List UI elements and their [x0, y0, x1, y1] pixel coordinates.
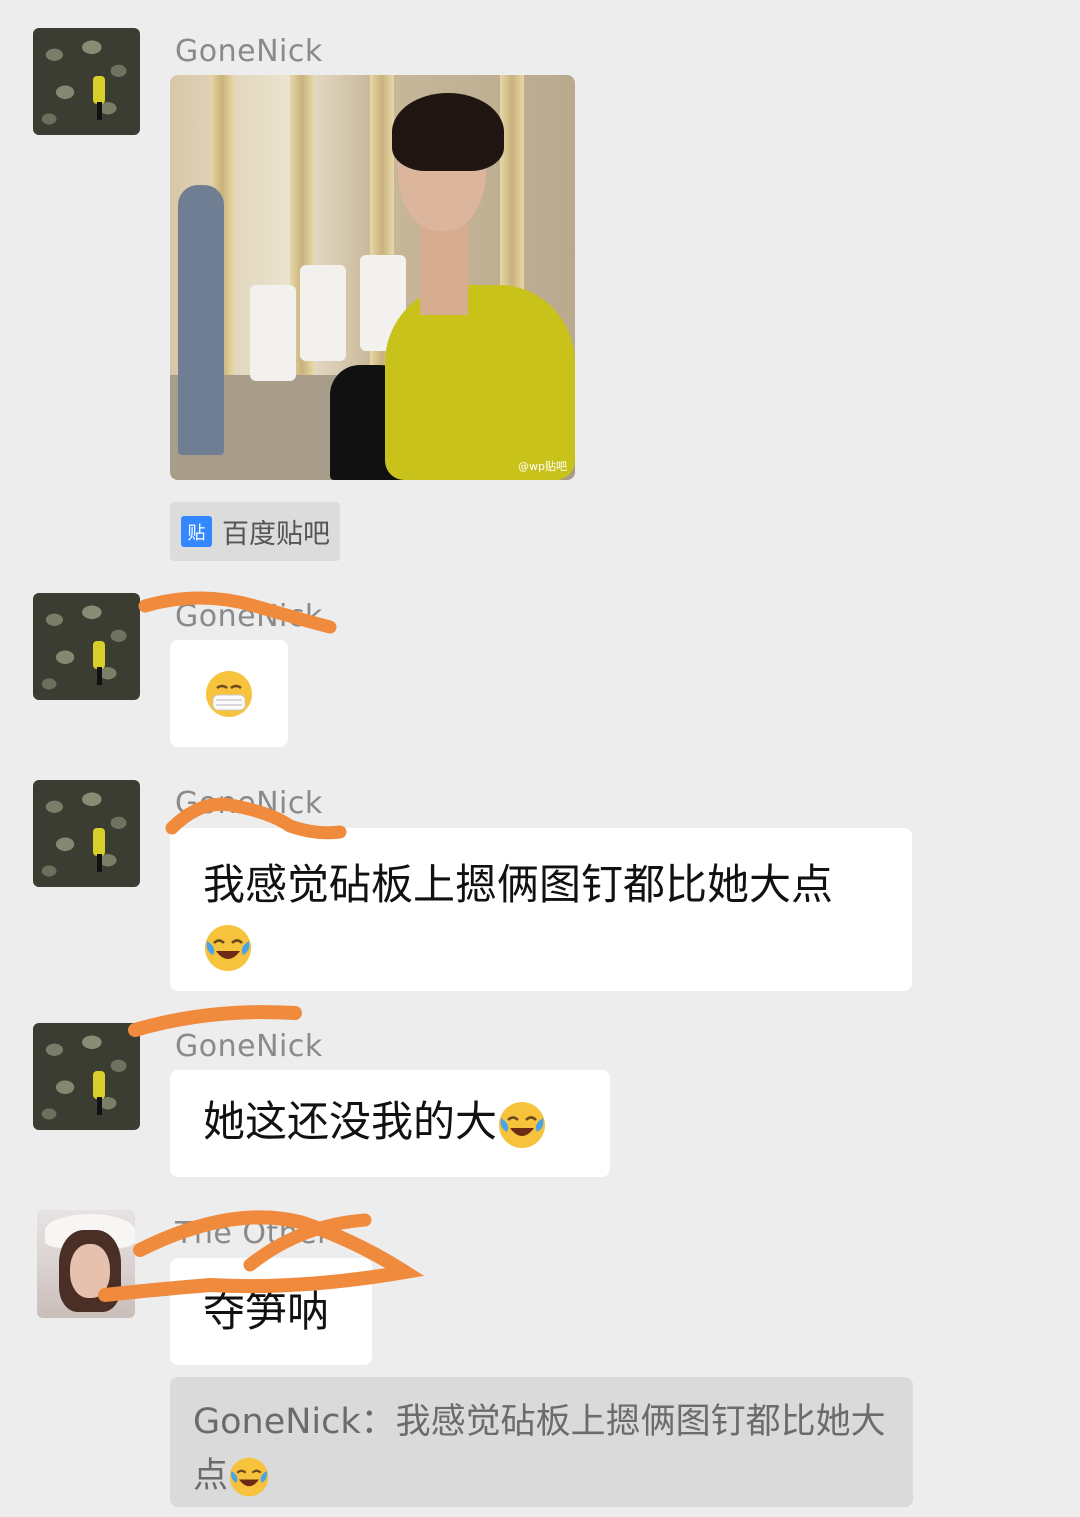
source-label: 百度贴吧 [222, 519, 330, 550]
laugh-cry-icon [228, 1456, 270, 1498]
sender-name: The Other [175, 1216, 331, 1251]
sender-name: GoneNick [175, 1029, 323, 1064]
source-tag[interactable]: 贴 百度贴吧 [170, 502, 340, 561]
avatar[interactable] [33, 780, 140, 887]
avatar[interactable] [33, 28, 140, 135]
message-text: 我感觉砧板上摁俩图钉都比她大点 [203, 860, 834, 909]
image-watermark: @wp贴吧 [518, 460, 567, 473]
avatar[interactable] [33, 593, 140, 700]
sender-name: GoneNick [175, 599, 323, 634]
laugh-cry-icon [497, 1100, 547, 1150]
message-bubble[interactable] [170, 640, 288, 747]
laugh-cry-icon [203, 923, 253, 973]
quote-author: GoneNick： [193, 1402, 396, 1442]
shared-image[interactable]: @wp贴吧 [170, 75, 575, 480]
message-bubble[interactable]: 我感觉砧板上摁俩图钉都比她大点 [170, 828, 912, 991]
tieba-icon: 贴 [181, 516, 212, 547]
message-text: 她这还没我的大 [203, 1097, 498, 1146]
sender-name: GoneNick [175, 786, 323, 821]
mask-face-icon [204, 669, 254, 719]
quoted-message[interactable]: GoneNick：我感觉砧板上摁俩图钉都比她大点 [170, 1377, 913, 1507]
sender-name: GoneNick [175, 34, 323, 69]
avatar[interactable] [37, 1210, 135, 1318]
message-bubble[interactable]: 她这还没我的大 [170, 1070, 610, 1177]
message-bubble[interactable]: 夺笋呐 [170, 1258, 372, 1365]
avatar[interactable] [33, 1023, 140, 1130]
message-text: 夺笋呐 [203, 1287, 330, 1336]
